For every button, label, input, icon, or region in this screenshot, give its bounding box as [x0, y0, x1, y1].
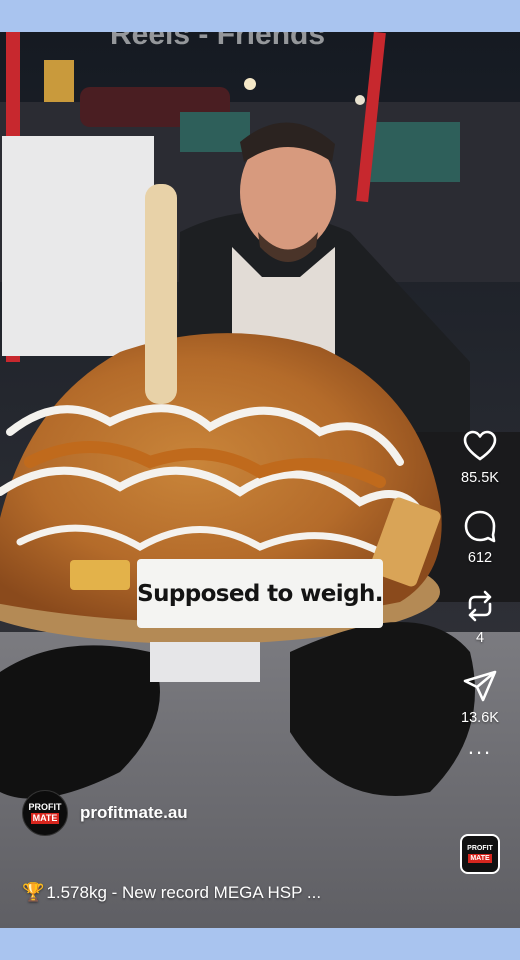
- heart-icon: [462, 428, 498, 464]
- username-link[interactable]: profitmate.au: [80, 803, 188, 823]
- repost-icon: [462, 588, 498, 624]
- audio-logo-box: MATE: [468, 854, 492, 863]
- like-button[interactable]: 85.5K: [461, 428, 499, 486]
- caption-text: 1.578kg - New record MEGA HSP ...: [46, 882, 322, 902]
- reels-top-title: Reels - Friends: [110, 32, 326, 51]
- audio-track-thumbnail[interactable]: PROFIT MATE: [460, 834, 500, 874]
- avatar[interactable]: PROFIT MATE: [22, 790, 68, 836]
- reel-caption[interactable]: 🏆 1.578kg - New record MEGA HSP ...: [22, 882, 321, 903]
- share-count: 13.6K: [461, 710, 499, 726]
- account-row: PROFIT MATE profitmate.au: [22, 790, 188, 836]
- avatar-logo-box: MATE: [30, 813, 60, 824]
- comment-icon: [462, 508, 498, 544]
- share-button[interactable]: 13.6K: [461, 668, 499, 726]
- comment-button[interactable]: 612: [462, 508, 498, 566]
- audio-logo-text: PROFIT: [467, 845, 493, 852]
- reel-video-frame[interactable]: Reels - Friends Supposed to weigh. 85.5K…: [0, 32, 520, 928]
- repost-count: 4: [475, 630, 485, 646]
- action-sidebar: 85.5K 612 4 13.6K ...: [448, 428, 512, 758]
- comment-count: 612: [467, 550, 493, 566]
- like-count: 85.5K: [461, 470, 499, 486]
- avatar-logo-text: PROFIT: [28, 802, 62, 812]
- send-icon: [462, 668, 498, 704]
- repost-button[interactable]: 4: [462, 588, 498, 646]
- trophy-icon: 🏆: [22, 882, 45, 902]
- video-overlay-caption: Supposed to weigh.: [137, 559, 383, 628]
- more-options-icon[interactable]: ...: [468, 736, 492, 758]
